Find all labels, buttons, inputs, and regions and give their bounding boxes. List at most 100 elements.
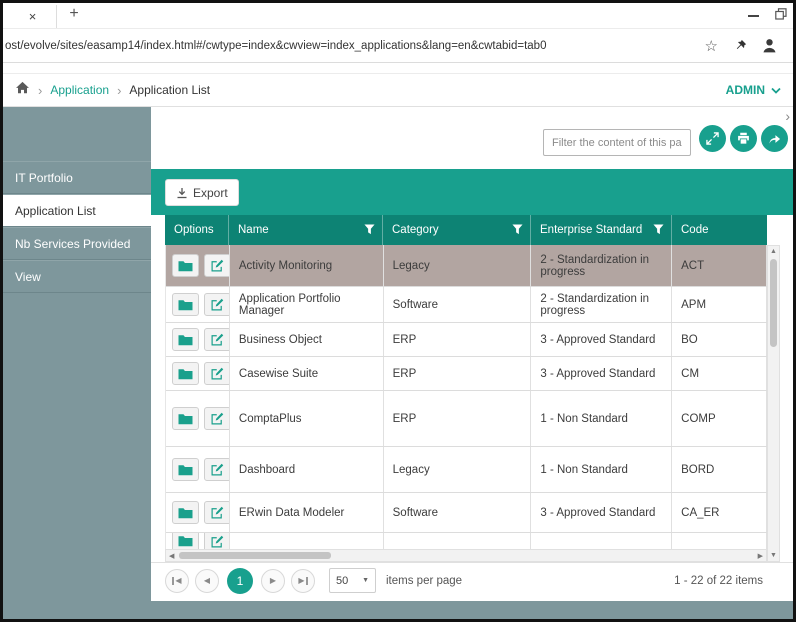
edit-button[interactable] [204,328,230,351]
share-button[interactable] [761,125,788,152]
sidebar-item-view[interactable]: View [3,260,151,293]
edit-button[interactable] [204,458,230,481]
restore-icon[interactable] [775,7,787,25]
bookmark-star-icon[interactable]: ☆ [705,37,718,55]
table-row[interactable]: Activity Monitoring Legacy 2 - Standardi… [166,245,767,287]
bottom-strip [151,601,793,619]
table-row[interactable]: ERwin Data Modeler Software 3 - Approved… [166,493,767,533]
admin-user-menu[interactable]: ADMIN [726,83,781,97]
home-icon[interactable] [15,81,30,99]
extensions-pin-icon[interactable] [734,39,747,52]
sidebar-item-it-portfolio[interactable]: IT Portfolio [3,161,151,194]
prev-icon: ◀ [175,576,181,585]
collapse-panel-icon[interactable]: › [785,108,790,124]
table-row[interactable]: Casewise Suite ERP 3 - Approved Standard… [166,357,767,391]
cell-category: Legacy [384,245,532,286]
filter-icon[interactable] [653,224,664,235]
column-header-name[interactable]: Name [229,215,383,245]
open-folder-button[interactable] [172,458,199,481]
column-header-enterprise-standard[interactable]: Enterprise Standard [531,215,672,245]
minimize-icon[interactable] [748,15,759,17]
sidebar-item-application-list[interactable]: Application List [3,194,151,227]
cell-code [672,533,767,549]
tab-close-icon[interactable]: × [29,9,37,24]
filter-icon[interactable] [512,224,523,235]
page-top-gap [3,63,793,73]
prev-page-button[interactable]: ◀ [195,569,219,593]
table-row[interactable]: Business Object ERP 3 - Approved Standar… [166,323,767,357]
edit-button[interactable] [204,501,230,524]
horizontal-scrollbar[interactable]: ◀ ▶ [165,549,767,562]
scroll-left-icon[interactable]: ◀ [169,552,174,560]
open-folder-button[interactable] [172,501,199,524]
cell-category: ERP [384,323,532,356]
row-options-cell [166,245,230,286]
table-row[interactable]: ComptaPlus ERP 1 - Non Standard COMP [166,391,767,447]
cell-name: ERwin Data Modeler [230,493,384,532]
breadcrumb-application-list: Application List [129,83,210,97]
open-folder-button[interactable] [172,328,199,351]
edit-button[interactable] [204,362,230,385]
cell-name: Activity Monitoring [230,245,384,286]
edit-icon [211,298,224,311]
vertical-scrollbar[interactable]: ▲ ▼ [767,245,780,562]
column-label: Enterprise Standard [540,224,642,236]
edit-button[interactable] [204,533,230,549]
page-size-value: 50 [336,575,348,587]
open-folder-button[interactable] [172,362,199,385]
address-bar[interactable]: ost/evolve/sites/easamp14/index.html#/cw… [5,40,696,52]
open-folder-button[interactable] [172,533,199,549]
column-header-code[interactable]: Code [672,215,767,245]
open-folder-button[interactable] [172,407,199,430]
table-row-partial[interactable] [166,533,767,549]
row-options-cell [166,447,230,492]
horizontal-scrollbar-thumb[interactable] [179,552,331,559]
first-page-button[interactable]: ◀ [165,569,189,593]
vertical-scrollbar-thumb[interactable] [770,259,777,347]
pager-range-label: 1 - 22 of 22 items [674,575,763,587]
row-options-cell [166,493,230,532]
pagination-bar: ◀ ◀ 1 ▶ ▶ 50 ▼ items per page 1 - 22 of … [151,562,793,598]
table-row[interactable]: Application Portfolio Manager Software 2… [166,287,767,323]
scroll-up-icon[interactable]: ▲ [768,248,779,255]
page-filter-input[interactable] [543,129,691,156]
download-icon [176,187,188,199]
scroll-down-icon[interactable]: ▼ [768,552,779,559]
next-page-button[interactable]: ▶ [261,569,285,593]
row-options-cell [166,391,230,446]
open-folder-button[interactable] [172,254,199,277]
breadcrumb-application[interactable]: Application [50,83,109,97]
profile-icon[interactable] [761,37,778,54]
edit-button[interactable] [204,293,230,316]
app-body: IT Portfolio Application List Nb Service… [3,107,793,619]
cell-code: COMP [672,391,767,446]
browser-tab[interactable]: × [9,5,57,28]
cell-code: CA_ER [672,493,767,532]
filter-icon[interactable] [364,224,375,235]
table-row[interactable]: Dashboard Legacy 1 - Non Standard BORD [166,447,767,493]
print-button[interactable] [730,125,757,152]
sidebar: IT Portfolio Application List Nb Service… [3,107,151,619]
edit-button[interactable] [204,407,230,430]
sidebar-item-nb-services-provided[interactable]: Nb Services Provided [3,227,151,260]
caret-down-icon: ▼ [362,577,369,584]
edit-button[interactable] [204,254,230,277]
column-label: Options [174,224,214,236]
edit-icon [211,535,224,548]
current-page-button[interactable]: 1 [227,568,253,594]
fullscreen-button[interactable] [699,125,726,152]
breadcrumb-separator-icon: › [117,83,121,98]
edit-icon [211,463,224,476]
column-header-category[interactable]: Category [383,215,531,245]
breadcrumb-separator-icon: › [38,83,42,98]
row-options-cell [166,533,230,549]
last-page-button[interactable]: ▶ [291,569,315,593]
cell-standard: 3 - Approved Standard [531,323,672,356]
open-folder-button[interactable] [172,293,199,316]
scroll-right-icon[interactable]: ▶ [758,552,763,560]
page-size-select[interactable]: 50 ▼ [329,568,376,593]
row-options-cell [166,357,230,390]
folder-icon [178,368,193,380]
export-button[interactable]: Export [165,179,239,206]
new-tab-button[interactable]: + [63,5,85,23]
